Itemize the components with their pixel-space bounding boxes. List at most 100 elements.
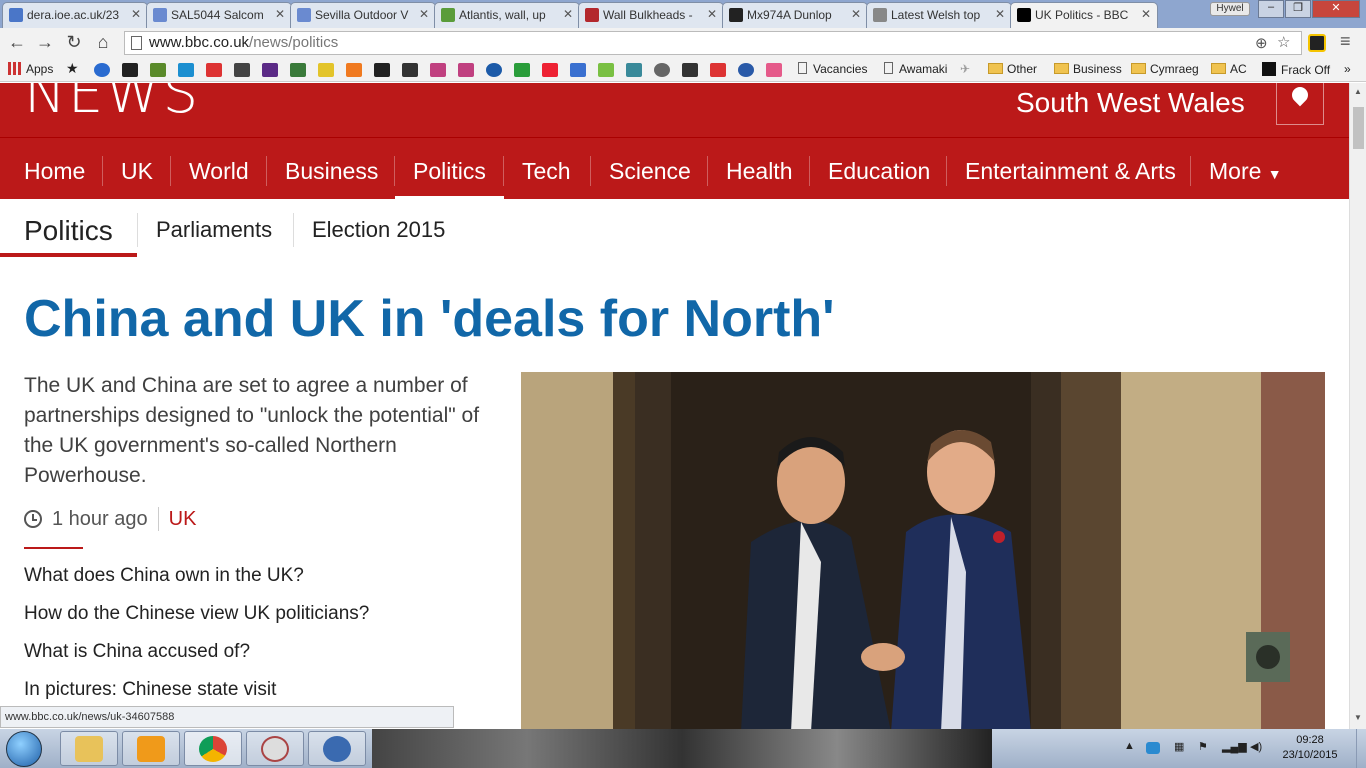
close-tab-icon[interactable]: ✕ bbox=[995, 7, 1005, 21]
bookmark-icon[interactable] bbox=[710, 63, 726, 77]
taskbar-chrome[interactable] bbox=[184, 731, 242, 766]
profile-button[interactable]: Hywel bbox=[1210, 2, 1250, 16]
bookmark-icon[interactable] bbox=[542, 63, 558, 77]
taskbar-explorer[interactable] bbox=[60, 731, 118, 766]
tray-expand-icon[interactable]: ▲ bbox=[1124, 740, 1135, 752]
menu-icon[interactable]: ≡ bbox=[1340, 31, 1351, 52]
system-clock[interactable]: 09:28 23/10/2015 bbox=[1265, 733, 1355, 763]
related-link[interactable]: What is China accused of? bbox=[24, 641, 250, 663]
bookmark-icon[interactable] bbox=[626, 63, 642, 77]
overflow-chevron-icon[interactable]: » bbox=[1344, 62, 1351, 76]
close-tab-icon[interactable]: ✕ bbox=[275, 7, 285, 21]
signal-icon[interactable]: ▂▄▆ bbox=[1222, 740, 1247, 753]
bookmark-folder-cymraeg[interactable]: Cymraeg bbox=[1131, 62, 1199, 76]
browser-tab[interactable]: dera.ioe.ac.uk/23 ✕ bbox=[2, 2, 148, 28]
taskbar-network[interactable] bbox=[308, 731, 366, 766]
bookmark-icon[interactable] bbox=[514, 63, 530, 77]
vertical-scrollbar[interactable]: ▲ ▼ bbox=[1349, 83, 1366, 729]
bookmark-icon[interactable] bbox=[178, 63, 194, 77]
action-center-icon[interactable]: ▦ bbox=[1174, 740, 1184, 753]
forward-icon[interactable]: → bbox=[34, 32, 56, 53]
bookmark-icon[interactable] bbox=[234, 63, 250, 77]
scroll-thumb[interactable] bbox=[1353, 107, 1364, 149]
browser-tab[interactable]: Atlantis, wall, up ✕ bbox=[434, 2, 580, 28]
bookmark-icon[interactable] bbox=[290, 63, 306, 77]
bookmark-icon[interactable] bbox=[430, 63, 446, 77]
location-button[interactable] bbox=[1276, 83, 1324, 125]
browser-tab-active[interactable]: UK Politics - BBC ✕ bbox=[1010, 2, 1158, 28]
bookmark-icon[interactable] bbox=[346, 63, 362, 77]
bbc-news-logo[interactable]: NEWS bbox=[24, 83, 200, 126]
nav-entertainment-arts[interactable]: Entertainment & Arts bbox=[965, 158, 1176, 188]
nav-health[interactable]: Health bbox=[726, 158, 792, 188]
bookmark-icon[interactable] bbox=[150, 63, 166, 77]
bookmark-frack-off[interactable]: Frack Off bbox=[1262, 62, 1330, 77]
bookmark-icon[interactable] bbox=[94, 63, 110, 77]
bookmark-icon[interactable] bbox=[486, 63, 502, 77]
google-bookmark-icon[interactable] bbox=[570, 63, 586, 77]
related-link[interactable]: How do the Chinese view UK politicians? bbox=[24, 603, 369, 625]
bookmark-folder-ac[interactable]: AC bbox=[1211, 62, 1247, 76]
extension-icon[interactable] bbox=[1308, 34, 1326, 52]
reload-icon[interactable]: ↻ bbox=[63, 32, 85, 53]
tray-app-icon[interactable] bbox=[1146, 742, 1160, 754]
story-section-tag[interactable]: UK bbox=[169, 508, 197, 531]
bookmark-vacancies[interactable]: Vacancies bbox=[798, 62, 867, 76]
bookmark-icon[interactable] bbox=[206, 63, 222, 77]
bookmark-icon[interactable] bbox=[598, 63, 614, 77]
related-link[interactable]: In pictures: Chinese state visit bbox=[24, 679, 276, 701]
close-tab-icon[interactable]: ✕ bbox=[1141, 7, 1151, 21]
browser-tab[interactable]: Wall Bulkheads - ✕ bbox=[578, 2, 724, 28]
subnav-parliaments[interactable]: Parliaments bbox=[156, 217, 272, 243]
bookmark-icon[interactable]: ✈ bbox=[960, 62, 970, 76]
subnav-election-2015[interactable]: Election 2015 bbox=[312, 217, 445, 243]
bookmark-icon[interactable] bbox=[318, 63, 334, 77]
amazon-bookmark-icon[interactable] bbox=[374, 63, 390, 77]
browser-tab[interactable]: Mx974A Dunlop ✕ bbox=[722, 2, 868, 28]
bookmark-awamaki[interactable]: Awamaki bbox=[884, 62, 947, 76]
browser-tab[interactable]: Sevilla Outdoor V ✕ bbox=[290, 2, 436, 28]
apps-bookmark[interactable]: Apps bbox=[8, 62, 53, 76]
bookmark-icon[interactable] bbox=[654, 63, 670, 77]
nav-home[interactable]: Home bbox=[24, 158, 85, 188]
address-bar[interactable]: www.bbc.co.uk/news/politics ⊕ ☆ bbox=[124, 31, 1302, 55]
flag-icon[interactable]: ⚑ bbox=[1198, 740, 1208, 753]
scroll-up-icon[interactable]: ▲ bbox=[1354, 87, 1362, 96]
close-tab-icon[interactable]: ✕ bbox=[851, 7, 861, 21]
nav-more[interactable]: More ▼ bbox=[1209, 158, 1282, 188]
nav-science[interactable]: Science bbox=[609, 158, 691, 188]
bookmark-icon[interactable] bbox=[402, 63, 418, 77]
scroll-down-icon[interactable]: ▼ bbox=[1354, 713, 1362, 722]
taskbar-itunes[interactable] bbox=[246, 731, 304, 766]
related-link[interactable]: What does China own in the UK? bbox=[24, 565, 304, 587]
nav-world[interactable]: World bbox=[189, 158, 249, 188]
close-window-button[interactable]: ✕ bbox=[1312, 0, 1360, 18]
bookmark-icon[interactable] bbox=[458, 63, 474, 77]
back-icon[interactable]: ← bbox=[6, 32, 28, 53]
bookmark-icon[interactable] bbox=[766, 63, 782, 77]
bookmark-star-icon[interactable]: ☆ bbox=[1277, 32, 1290, 54]
browser-tab[interactable]: SAL5044 Salcom ✕ bbox=[146, 2, 292, 28]
volume-icon[interactable]: ◀) bbox=[1250, 740, 1262, 753]
story-image[interactable] bbox=[521, 372, 1325, 729]
close-tab-icon[interactable]: ✕ bbox=[563, 7, 573, 21]
bookmark-icon[interactable] bbox=[682, 63, 698, 77]
zoom-icon[interactable]: ⊕ bbox=[1255, 33, 1268, 55]
bt-bookmark-icon[interactable] bbox=[262, 63, 278, 77]
nav-tech[interactable]: Tech bbox=[522, 158, 571, 188]
minimize-button[interactable]: – bbox=[1258, 0, 1284, 18]
region-label[interactable]: South West Wales bbox=[1016, 87, 1245, 119]
start-button[interactable] bbox=[6, 731, 42, 767]
nav-business[interactable]: Business bbox=[285, 158, 378, 188]
close-tab-icon[interactable]: ✕ bbox=[707, 7, 717, 21]
star-icon[interactable]: ★ bbox=[66, 60, 79, 77]
nav-politics[interactable]: Politics bbox=[395, 158, 504, 200]
close-tab-icon[interactable]: ✕ bbox=[419, 7, 429, 21]
taskbar-outlook[interactable] bbox=[122, 731, 180, 766]
browser-tab[interactable]: Latest Welsh top ✕ bbox=[866, 2, 1012, 28]
nav-education[interactable]: Education bbox=[828, 158, 930, 188]
bookmark-folder-business[interactable]: Business bbox=[1054, 62, 1122, 76]
story-headline[interactable]: China and UK in 'deals for North' bbox=[24, 289, 835, 349]
home-icon[interactable]: ⌂ bbox=[92, 32, 114, 53]
maximize-button[interactable]: ❐ bbox=[1285, 0, 1311, 18]
